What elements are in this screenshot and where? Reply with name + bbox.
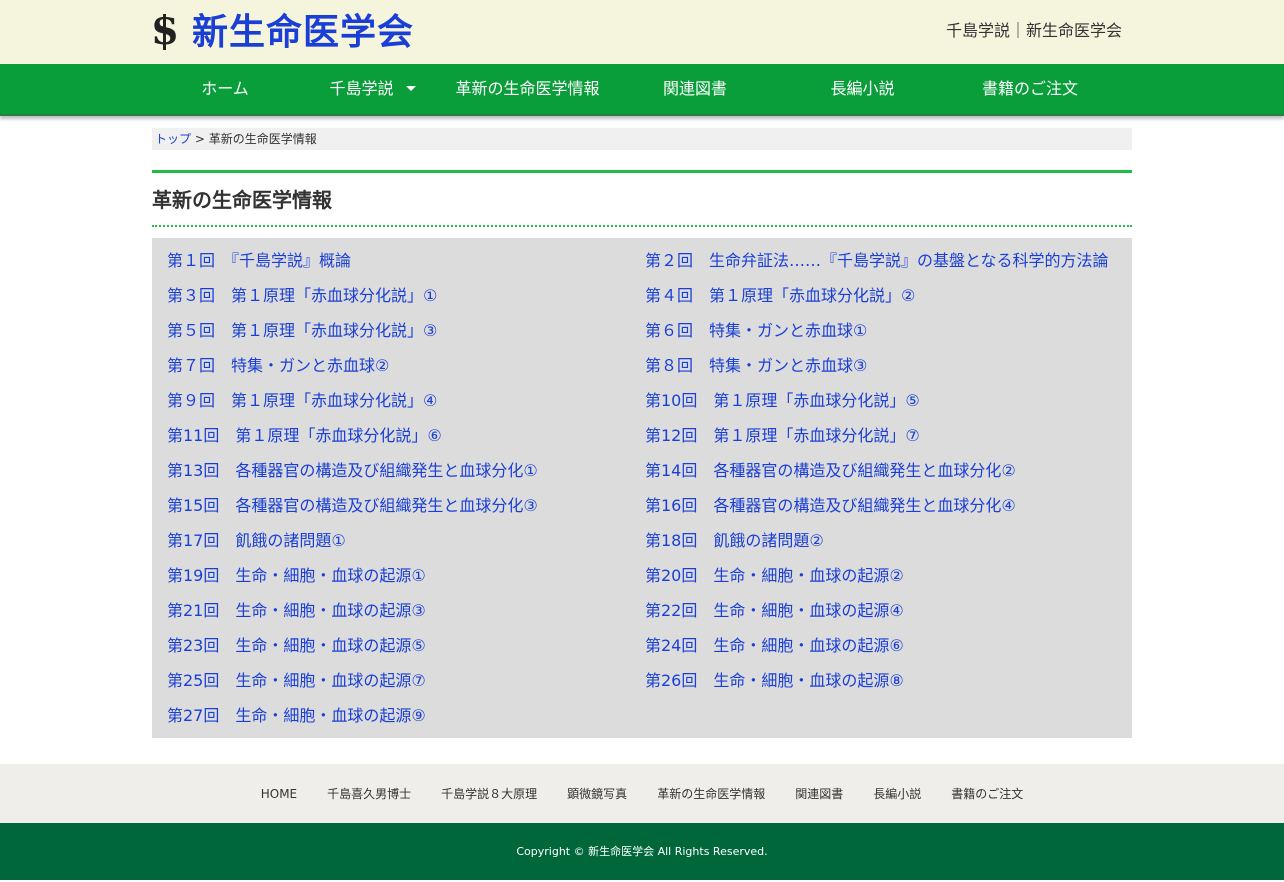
article-link[interactable]: 第５回 第１原理「赤血球分化説」③ bbox=[152, 318, 630, 353]
nav-item-book-order[interactable]: 書籍のご注文 bbox=[955, 64, 1105, 114]
article-link[interactable]: 第18回 飢餓の諸問題② bbox=[630, 528, 1108, 563]
nav-item-novel[interactable]: 長編小説 bbox=[770, 64, 955, 114]
footer-nav: HOME 千島喜久男博士 千島学説８大原理 顕微鏡写真 革新の生命医学情報 関連図書 長編小… bbox=[0, 764, 1284, 823]
article-link[interactable]: 第24回 生命・細胞・血球の起源⑥ bbox=[630, 633, 1108, 668]
site-header: S 新生命医学会 千島学説｜新生命医学会 bbox=[0, 0, 1284, 64]
main-nav: ホーム 千島学説 革新の生命医学情報 関連図書 長編小説 書籍のご注文 bbox=[0, 64, 1284, 116]
article-link[interactable]: 第20回 生命・細胞・血球の起源② bbox=[630, 563, 1108, 598]
logo-mark-bar bbox=[163, 14, 166, 50]
article-link[interactable]: 第27回 生命・細胞・血球の起源⑨ bbox=[152, 703, 630, 738]
footer-link[interactable]: 顕微鏡写真 bbox=[567, 785, 627, 802]
caret-down-icon bbox=[405, 86, 416, 91]
article-list: 第１回 『千島学説』概論 第２回 生命弁証法……『千島学説』の基盤となる科学的方法… bbox=[152, 238, 1132, 738]
logo-text: 新生命医学会 bbox=[192, 11, 415, 53]
article-link[interactable]: 第６回 特集・ガンと赤血球① bbox=[630, 318, 1108, 353]
article-link[interactable]: 第22回 生命・細胞・血球の起源④ bbox=[630, 598, 1108, 633]
nav-item-medical-info[interactable]: 革新の生命医学情報 bbox=[435, 64, 620, 114]
footer-link[interactable]: 革新の生命医学情報 bbox=[657, 785, 765, 802]
breadcrumb-home-link[interactable]: トップ bbox=[155, 132, 191, 146]
nav-item-home[interactable]: ホーム bbox=[140, 64, 310, 114]
article-link[interactable]: 第９回 第１原理「赤血球分化説」④ bbox=[152, 388, 630, 423]
article-link[interactable]: 第26回 生命・細胞・血球の起源⑧ bbox=[630, 668, 1108, 703]
article-grid: 第１回 『千島学説』概論 第２回 生命弁証法……『千島学説』の基盤となる科学的方法… bbox=[152, 248, 1132, 738]
article-link[interactable]: 第８回 特集・ガンと赤血球③ bbox=[630, 353, 1108, 388]
footer-link[interactable]: 書籍のご注文 bbox=[951, 785, 1023, 802]
nav-item-chishima-theory[interactable]: 千島学説 bbox=[310, 64, 435, 114]
article-link[interactable]: 第４回 第１原理「赤血球分化説」② bbox=[630, 283, 1108, 318]
header-inner: S 新生命医学会 千島学説｜新生命医学会 bbox=[152, 0, 1132, 64]
footer-link[interactable]: 千島喜久男博士 bbox=[327, 785, 411, 802]
article-link[interactable]: 第25回 生命・細胞・血球の起源⑦ bbox=[152, 668, 630, 703]
footer-link[interactable]: HOME bbox=[261, 787, 297, 801]
article-link[interactable]: 第15回 各種器官の構造及び組織発生と血球分化③ bbox=[152, 493, 630, 528]
article-link[interactable]: 第３回 第１原理「赤血球分化説」① bbox=[152, 283, 630, 318]
article-link[interactable]: 第７回 特集・ガンと赤血球② bbox=[152, 353, 630, 388]
article-link[interactable]: 第23回 生命・細胞・血球の起源⑤ bbox=[152, 633, 630, 668]
footer-link[interactable]: 千島学説８大原理 bbox=[441, 785, 537, 802]
site-logo[interactable]: S 新生命医学会 bbox=[152, 10, 414, 54]
page-title: 革新の生命医学情報 bbox=[152, 188, 332, 212]
breadcrumb: トップ > 革新の生命医学情報 bbox=[152, 128, 1132, 150]
article-link[interactable]: 第13回 各種器官の構造及び組織発生と血球分化① bbox=[152, 458, 630, 493]
article-link[interactable]: 第10回 第１原理「赤血球分化説」⑤ bbox=[630, 388, 1108, 423]
logo-mark-icon: S bbox=[152, 12, 178, 52]
footer-link[interactable]: 長編小説 bbox=[873, 785, 921, 802]
article-link[interactable]: 第２回 生命弁証法……『千島学説』の基盤となる科学的方法論 bbox=[630, 248, 1109, 283]
article-link[interactable]: 第11回 第１原理「赤血球分化説」⑥ bbox=[152, 423, 630, 458]
article-link[interactable]: 第21回 生命・細胞・血球の起源③ bbox=[152, 598, 630, 633]
article-link[interactable]: 第19回 生命・細胞・血球の起源① bbox=[152, 563, 630, 598]
article-link[interactable]: 第16回 各種器官の構造及び組織発生と血球分化④ bbox=[630, 493, 1108, 528]
footer-link[interactable]: 関連図書 bbox=[795, 785, 843, 802]
article-link[interactable]: 第12回 第１原理「赤血球分化説」⑦ bbox=[630, 423, 1108, 458]
breadcrumb-current: 革新の生命医学情報 bbox=[208, 132, 317, 146]
article-link[interactable]: 第１回 『千島学説』概論 bbox=[152, 248, 630, 283]
article-link[interactable]: 第14回 各種器官の構造及び組織発生と血球分化② bbox=[630, 458, 1108, 493]
nav-item-label: 千島学説 bbox=[329, 79, 394, 98]
footer-copyright: Copyright © 新生命医学会 All Rights Reserved. bbox=[0, 823, 1284, 880]
header-site-name: 千島学説｜新生命医学会 bbox=[945, 21, 1122, 40]
article-link[interactable]: 第17回 飢餓の諸問題① bbox=[152, 528, 630, 563]
breadcrumb-separator: > bbox=[191, 132, 209, 146]
title-block: 革新の生命医学情報 bbox=[152, 170, 1132, 227]
nav-item-related-books[interactable]: 関連図書 bbox=[620, 64, 770, 114]
nav-inner: ホーム 千島学説 革新の生命医学情報 関連図書 長編小説 書籍のご注文 bbox=[140, 64, 1120, 114]
